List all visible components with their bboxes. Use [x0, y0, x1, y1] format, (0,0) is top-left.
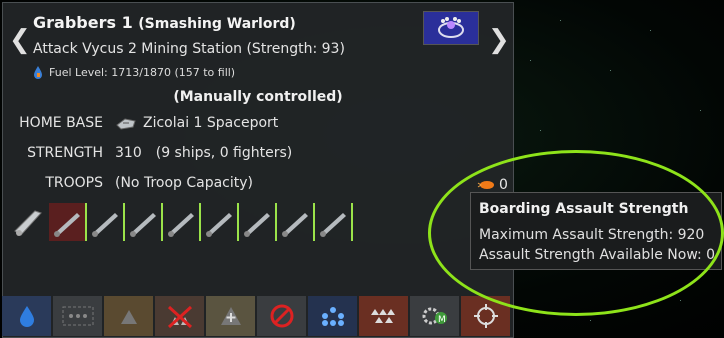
automate-button[interactable]: M	[410, 296, 459, 336]
add-button[interactable]	[206, 296, 255, 336]
fleet-type: (Smashing Warlord)	[138, 16, 296, 32]
spaceport-icon	[116, 118, 136, 130]
boarding-assault-icon	[477, 181, 494, 189]
boarding-strength-value: 0	[499, 177, 508, 193]
home-base-value[interactable]: Zicolai 1 Spaceport	[143, 115, 278, 131]
next-fleet-arrow[interactable]: ❯	[488, 25, 510, 55]
fighters-icon	[370, 309, 395, 323]
boarding-assault-tooltip: Boarding Assault Strength Maximum Assaul…	[470, 192, 722, 270]
ship-slot-6[interactable]	[239, 203, 277, 241]
target-icon	[473, 304, 498, 328]
formation-button[interactable]	[53, 296, 102, 336]
no-attack-button[interactable]	[155, 296, 204, 336]
strength-value: 310	[115, 145, 142, 161]
control-status: (Manually controlled)	[173, 89, 343, 105]
ship-list	[11, 203, 361, 243]
fuel-level: Fuel Level: 1713/1870 (157 to fill)	[33, 65, 235, 79]
ship-slot-2[interactable]	[87, 203, 125, 241]
ship-icon	[54, 213, 80, 237]
escort-icon	[120, 310, 137, 324]
fleet-panel: ❮ ❯ Grabbers 1 (Smashing Warlord) Attack…	[2, 2, 514, 338]
ship-slot-1[interactable]	[49, 203, 87, 241]
target-button[interactable]	[461, 296, 510, 336]
strength-detail: (9 ships, 0 fighters)	[155, 145, 293, 161]
fleet-order: Attack Vycus 2 Mining Station (Strength:…	[33, 41, 345, 57]
boarding-strength-indicator[interactable]: 0	[477, 177, 508, 193]
previous-fleet-arrow[interactable]: ❮	[9, 25, 31, 55]
fuel-drop-icon	[19, 306, 34, 327]
ship-icon	[130, 213, 156, 237]
home-base-row: HOME BASE Zicolai 1 Spaceport	[3, 113, 278, 133]
dots-icon	[321, 307, 344, 326]
ship-slot-5[interactable]	[201, 203, 239, 241]
fuel-text: Fuel Level: 1713/1870 (157 to fill)	[49, 65, 236, 79]
empire-emblem	[423, 11, 479, 45]
ship-slot-4[interactable]	[163, 203, 201, 241]
ship-slot-3[interactable]	[125, 203, 163, 241]
dots-button[interactable]	[308, 296, 357, 336]
home-base-label: HOME BASE	[19, 115, 103, 131]
ship-icon	[92, 213, 118, 237]
empire-emblem-icon	[438, 17, 464, 38]
tooltip-available-strength: Assault Strength Available Now: 0	[479, 247, 716, 263]
tooltip-title: Boarding Assault Strength	[479, 201, 689, 217]
troops-label: TROOPS	[45, 175, 103, 191]
fighters-button[interactable]	[359, 296, 408, 336]
ship-icon	[320, 213, 346, 237]
prohibit-button[interactable]	[257, 296, 306, 336]
troops-row: TROOPS (No Troop Capacity)	[3, 173, 253, 193]
formation-icon	[62, 306, 93, 326]
strength-label: STRENGTH	[27, 145, 103, 161]
no-attack-icon	[167, 305, 192, 329]
tooltip-max-strength: Maximum Assault Strength: 920	[479, 227, 705, 243]
add-icon	[220, 307, 241, 325]
svg-text:M: M	[438, 315, 446, 325]
ship-slot-8[interactable]	[315, 203, 353, 241]
troops-value: (No Troop Capacity)	[115, 175, 254, 191]
escort-button[interactable]	[104, 296, 153, 336]
fleet-title: Grabbers 1 (Smashing Warlord)	[33, 13, 296, 32]
fleet-name: Grabbers 1	[33, 13, 133, 32]
ship-icon	[282, 213, 308, 237]
refuel-button[interactable]	[2, 296, 51, 336]
warlord-ship-icon	[14, 210, 42, 236]
ship-slot-lead[interactable]	[11, 203, 45, 241]
prohibit-icon	[270, 304, 293, 328]
ship-slot-7[interactable]	[277, 203, 315, 241]
gear-auto-icon: M	[422, 307, 447, 325]
ship-icon	[244, 213, 270, 237]
strength-row: STRENGTH 310 (9 ships, 0 fighters)	[3, 143, 292, 163]
ship-icon	[206, 213, 232, 237]
fleet-action-toolbar: M	[2, 296, 512, 336]
fuel-drop-icon	[34, 66, 42, 79]
ship-icon	[168, 213, 194, 237]
